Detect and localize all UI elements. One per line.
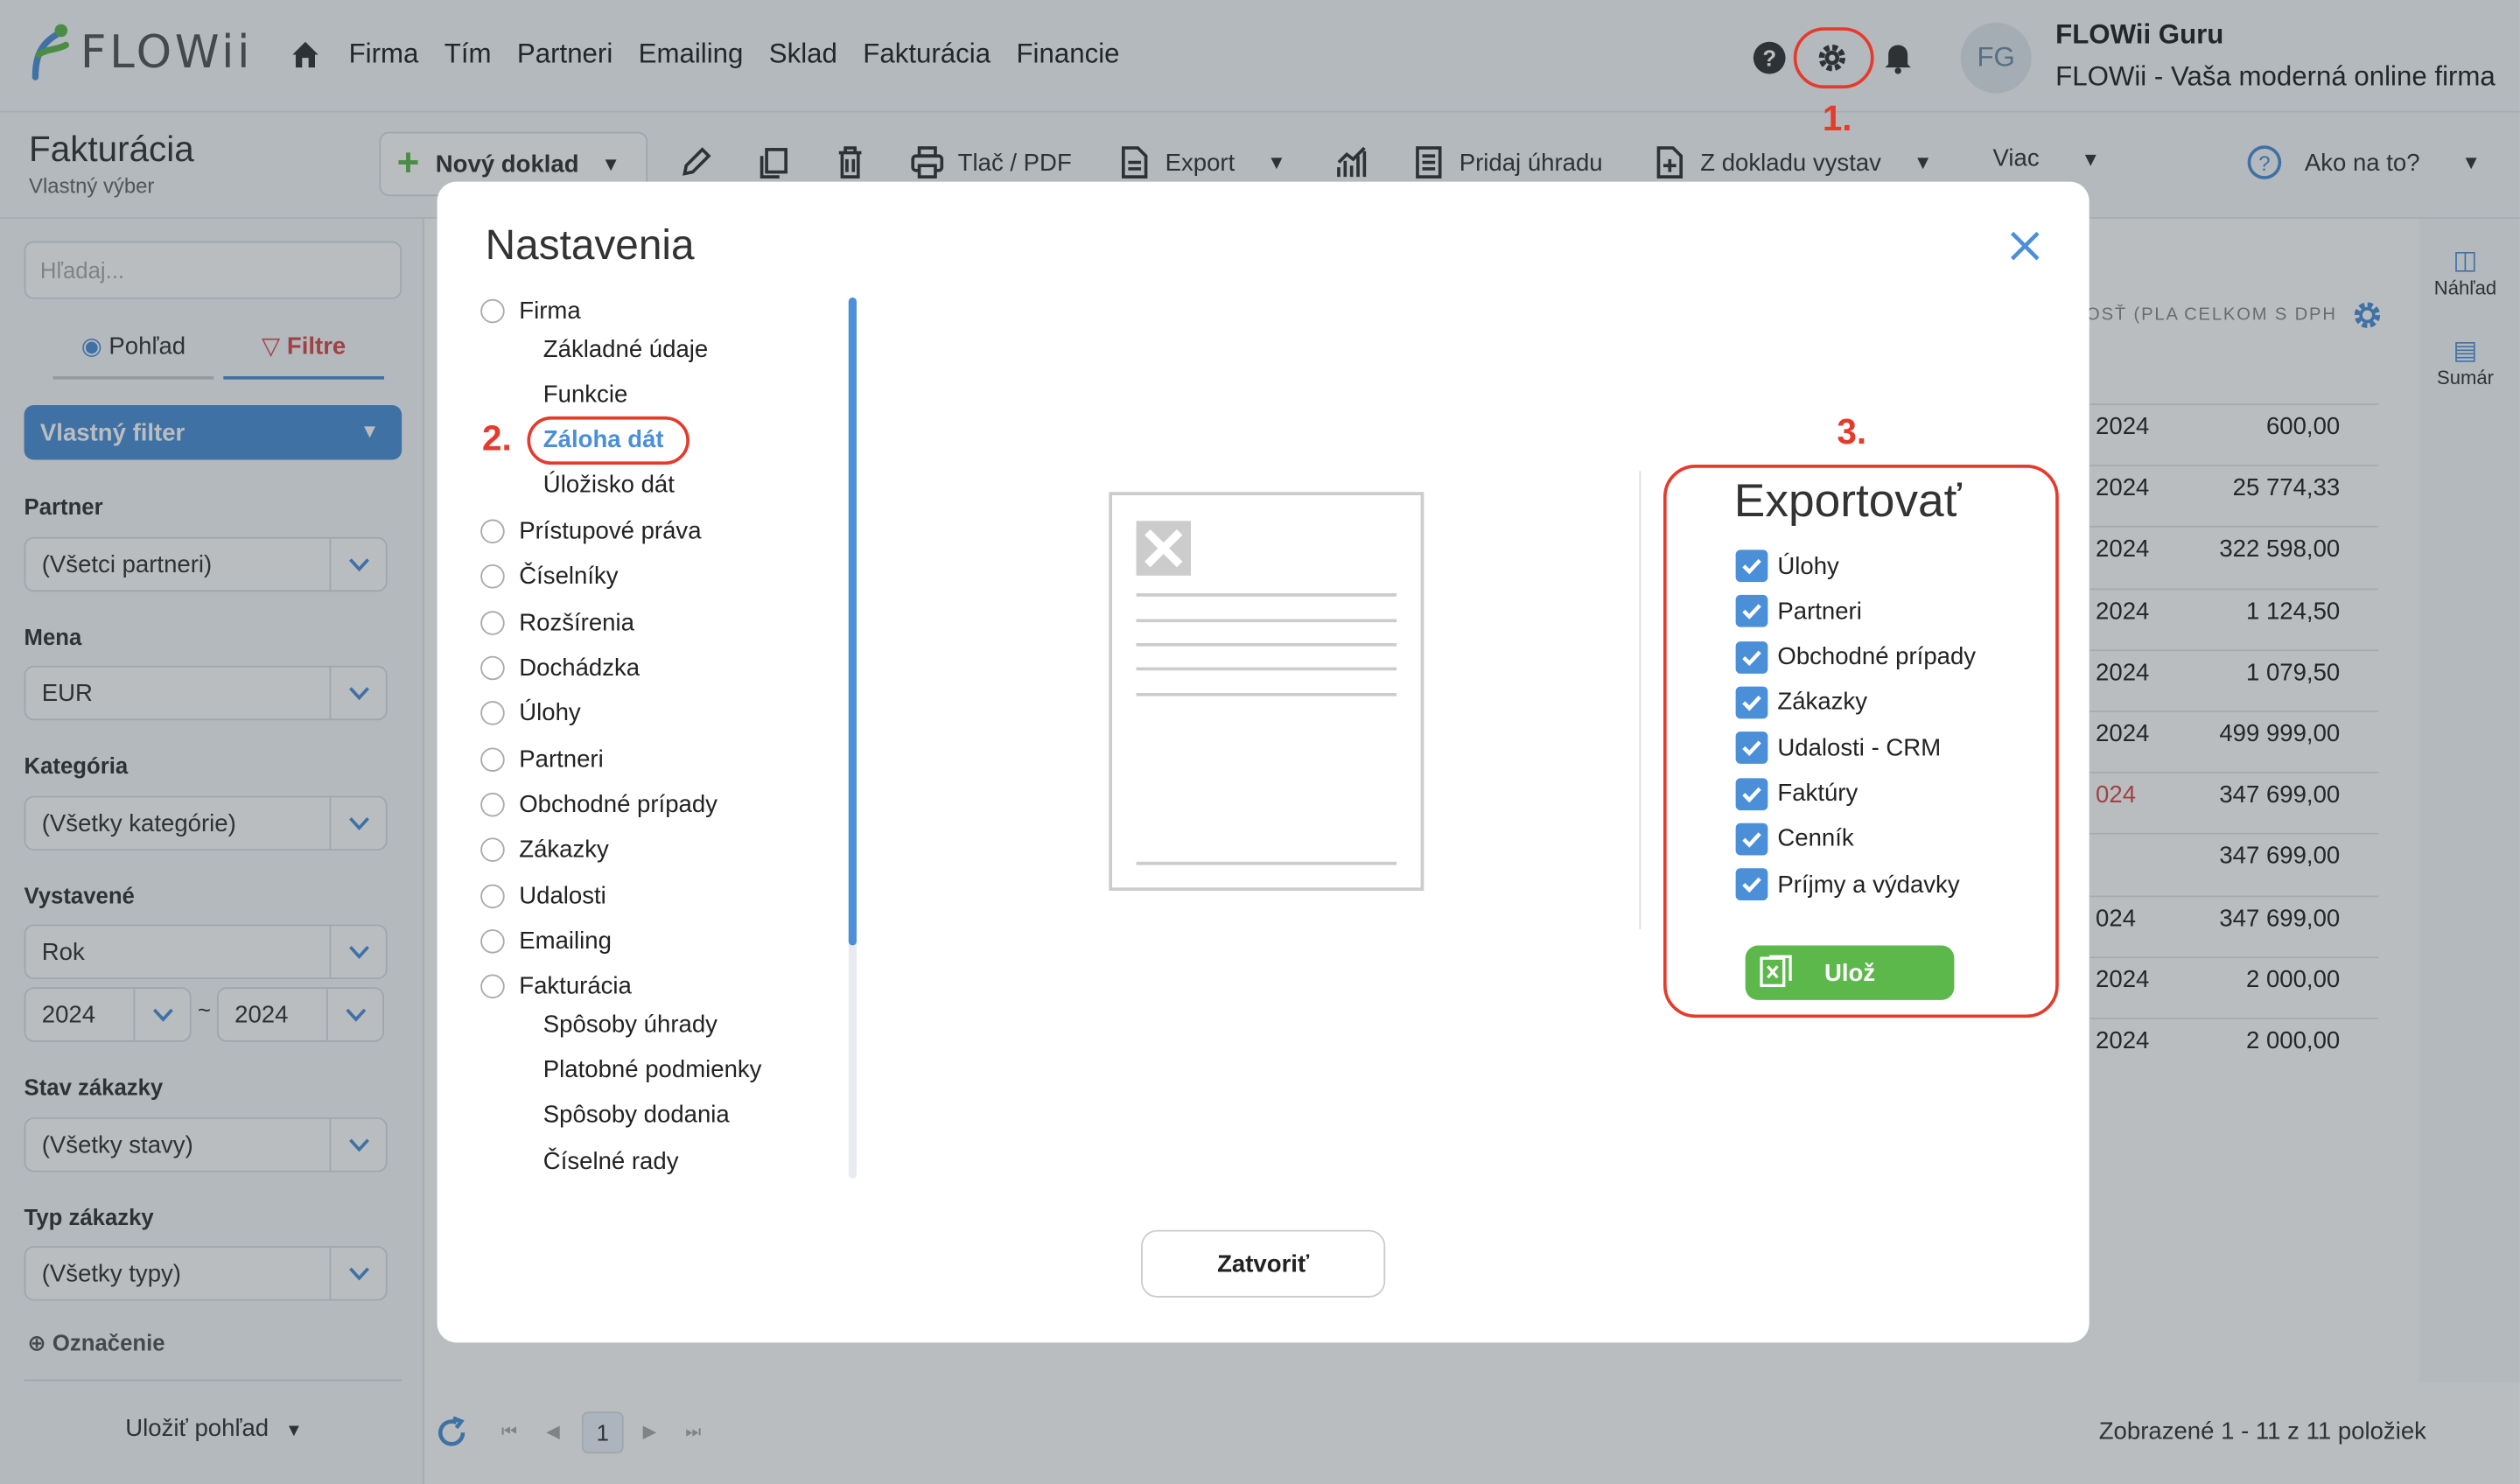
tree-item-data-storage[interactable]: Úložisko dát [543, 471, 675, 498]
tree-node-orders[interactable]: Zákazky [480, 836, 609, 864]
annotation-step-3: 3. [1837, 411, 1867, 452]
plus-circle-icon [480, 655, 505, 681]
minus-circle-icon [480, 298, 505, 324]
app-window: FLOWii Firma Tím Partneri Emailing Sklad… [0, 0, 2520, 1484]
annotation-step-2: 2. [482, 417, 512, 458]
tree-node-business-cases[interactable]: Obchodné prípady [480, 791, 718, 819]
plus-circle-icon [480, 519, 505, 544]
annotation-circle-backup [527, 416, 690, 466]
tree-node-label: Zákazky [519, 836, 609, 864]
close-icon[interactable] [2006, 227, 2044, 265]
tree-node-label: Emailing [519, 928, 612, 956]
tree-item-payment-terms[interactable]: Platobné podmienky [543, 1056, 762, 1083]
annotation-circle-settings [1793, 27, 1874, 89]
annotation-step-1: 1. [1822, 98, 1852, 139]
tree-node-emailing[interactable]: Emailing [480, 928, 612, 956]
tree-node-label: Číselníky [519, 563, 619, 591]
close-button[interactable]: Zatvoriť [1141, 1229, 1386, 1298]
divider [1639, 471, 1642, 930]
plus-circle-icon [480, 701, 505, 725]
tree-node-label: Rozšírenia [519, 609, 634, 637]
tree-node-label: Prístupové práva [519, 517, 702, 545]
tree-node-code-lists[interactable]: Číselníky [480, 563, 619, 591]
plus-circle-icon [480, 884, 505, 909]
annotation-circle-export [1662, 465, 2059, 1018]
plus-circle-icon [480, 747, 505, 772]
plus-circle-icon [480, 564, 505, 589]
plus-circle-icon [480, 837, 505, 862]
tree-node-label: Úlohy [519, 699, 581, 727]
plus-circle-icon [480, 611, 505, 635]
tree-node-attendance[interactable]: Dochádzka [480, 654, 640, 682]
tree-node-label: Partneri [519, 746, 604, 774]
excel-document-illustration [1109, 492, 1424, 891]
plus-circle-icon [480, 929, 505, 954]
tree-node-partners[interactable]: Partneri [480, 746, 604, 774]
tree-node-access-rights[interactable]: Prístupové práva [480, 517, 702, 545]
tree-node-events[interactable]: Udalosti [480, 882, 606, 911]
tree-node-label: Obchodné prípady [519, 791, 718, 819]
modal-title: Nastavenia [485, 220, 695, 269]
tree-item-basic-info[interactable]: Základné údaje [543, 336, 708, 363]
tree-item-delivery-methods[interactable]: Spôsoby dodania [543, 1102, 730, 1129]
tree-node-firma[interactable]: Firma [480, 297, 581, 326]
tree-node-label: Udalosti [519, 882, 606, 911]
tree-node-invoicing[interactable]: Fakturácia [480, 972, 632, 1000]
tree-node-tasks[interactable]: Úlohy [480, 699, 581, 727]
tree-item-payment-methods[interactable]: Spôsoby úhrady [543, 1012, 718, 1039]
tree-node-label: Dochádzka [519, 654, 640, 682]
tree-node-label: Fakturácia [519, 972, 632, 1000]
tree-scrollbar-thumb[interactable] [848, 297, 857, 946]
excel-file-icon [1136, 521, 1397, 865]
plus-circle-icon [480, 792, 505, 817]
minus-circle-icon [480, 974, 505, 999]
tree-node-extensions[interactable]: Rozšírenia [480, 609, 634, 637]
tree-item-functions[interactable]: Funkcie [543, 381, 627, 408]
tree-node-label: Firma [519, 297, 581, 326]
tree-item-number-series[interactable]: Číselné rady [543, 1148, 679, 1175]
